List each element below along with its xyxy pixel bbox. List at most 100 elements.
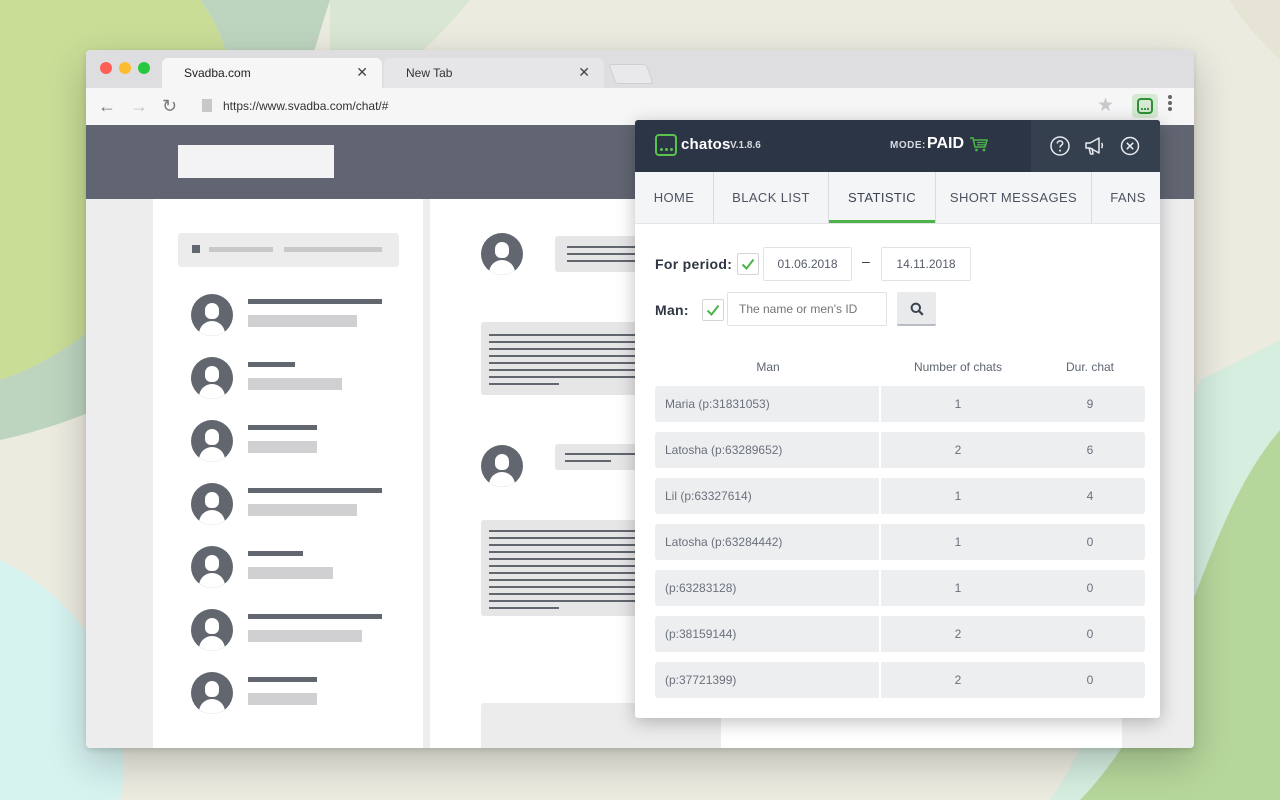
table-row[interactable]: (p:38159144) 2 0	[655, 616, 1145, 652]
avatar	[191, 357, 233, 399]
cell-duration: 0	[1086, 673, 1094, 687]
browser-titlebar: Svadba.com ✕ New Tab ✕	[86, 50, 1194, 88]
cart-icon[interactable]	[969, 136, 989, 152]
cell-chats: 1	[954, 535, 962, 549]
tab-title: Svadba.com	[184, 66, 251, 80]
avatar	[481, 445, 523, 487]
contact-item[interactable]	[191, 672, 391, 716]
forward-arrow-icon[interactable]: →	[130, 96, 148, 117]
placeholder-line	[248, 299, 382, 304]
cell-chats: 2	[954, 627, 962, 641]
tab-title: New Tab	[406, 66, 453, 80]
avatar	[191, 672, 233, 714]
search-button[interactable]	[897, 292, 936, 326]
table-row[interactable]: (p:37721399) 2 0	[655, 662, 1145, 698]
contact-item[interactable]	[191, 357, 391, 401]
mode-value: PAID	[927, 135, 965, 152]
column-header-dur-chat: Dur. chat	[1065, 360, 1115, 374]
tab-black-list[interactable]: BLACK LIST	[714, 172, 829, 223]
tab-home[interactable]: HOME	[635, 172, 714, 223]
tab-close-icon[interactable]: ✕	[356, 64, 368, 81]
browser-tab-new-tab[interactable]: New Tab ✕	[384, 58, 604, 88]
contacts-search-placeholder[interactable]	[178, 233, 399, 267]
cell-man: (p:38159144)	[665, 627, 737, 641]
period-label: For period:	[655, 256, 733, 272]
placeholder-line	[248, 693, 317, 705]
new-tab-button[interactable]	[608, 64, 654, 84]
man-search-input[interactable]	[727, 292, 887, 326]
avatar	[481, 233, 523, 275]
contact-item[interactable]	[191, 609, 391, 653]
tab-statistic[interactable]: STATISTIC	[829, 172, 936, 223]
chat-bubble-placeholder	[481, 322, 661, 395]
contact-item[interactable]	[191, 546, 391, 590]
tab-close-icon[interactable]: ✕	[578, 64, 590, 81]
help-icon[interactable]	[1049, 135, 1071, 157]
browser-tab-svadba[interactable]: Svadba.com ✕	[162, 58, 382, 88]
bookmark-star-icon[interactable]: ★	[1097, 94, 1114, 117]
cell-man: (p:37721399)	[665, 673, 737, 687]
minimize-window-button[interactable]	[119, 62, 131, 74]
cell-duration: 0	[1086, 627, 1094, 641]
placeholder-line	[248, 315, 357, 327]
placeholder-line	[248, 441, 317, 453]
address-bar[interactable]: https://www.svadba.com/chat/# ★	[194, 93, 1114, 119]
maximize-window-button[interactable]	[138, 62, 150, 74]
table-row[interactable]: Latosha (p:63289652) 2 6	[655, 432, 1145, 468]
cell-chats: 1	[954, 489, 962, 503]
table-row[interactable]: Maria (p:31831053) 1 9	[655, 386, 1145, 422]
man-label: Man:	[655, 302, 689, 318]
chat-bubble-placeholder	[481, 520, 661, 616]
reload-icon[interactable]: ↻	[162, 96, 177, 117]
search-square-icon	[192, 245, 200, 253]
chatos-logo-icon	[655, 134, 677, 156]
column-header-number-of-chats: Number of chats	[913, 360, 1003, 374]
placeholder-line	[248, 378, 342, 390]
cell-chats: 2	[954, 443, 962, 457]
version-label: V.1.8.6	[730, 140, 761, 151]
table-row[interactable]: (p:63283128) 1 0	[655, 570, 1145, 606]
avatar	[191, 609, 233, 651]
megaphone-icon[interactable]	[1083, 135, 1105, 157]
placeholder-line	[248, 551, 303, 556]
cell-duration: 9	[1086, 397, 1094, 411]
contact-item[interactable]	[191, 294, 391, 338]
cell-duration: 6	[1086, 443, 1094, 457]
cell-duration: 4	[1086, 489, 1094, 503]
placeholder-line	[248, 614, 382, 619]
placeholder-line	[248, 630, 362, 642]
column-header-man: Man	[756, 360, 780, 374]
cell-man: Latosha (p:63289652)	[665, 443, 783, 457]
url-text: https://www.svadba.com/chat/#	[223, 99, 389, 113]
placeholder-line	[248, 504, 357, 516]
tab-short-messages[interactable]: SHORT MESSAGES	[936, 172, 1092, 223]
back-arrow-icon[interactable]: ←	[98, 96, 116, 117]
table-row[interactable]: Latosha (p:63284442) 1 0	[655, 524, 1145, 560]
avatar	[191, 546, 233, 588]
placeholder-line	[248, 567, 333, 579]
browser-menu-icon[interactable]	[1166, 94, 1174, 112]
popup-tabs: HOME BLACK LIST STATISTIC SHORT MESSAGES…	[635, 172, 1160, 224]
placeholder-line	[248, 488, 382, 493]
date-to-input[interactable]: 14.11.2018	[881, 247, 971, 281]
close-icon[interactable]	[1119, 135, 1141, 157]
chatos-popup: chatos V.1.8.6 MODE: PAID HOME BLACK LIS…	[635, 120, 1160, 718]
chatos-extension-icon[interactable]	[1132, 94, 1158, 118]
contact-item[interactable]	[191, 420, 391, 464]
man-checkbox[interactable]	[702, 299, 724, 321]
close-window-button[interactable]	[100, 62, 112, 74]
cell-man: (p:63283128)	[665, 581, 737, 595]
table-row[interactable]: Lil (p:63327614) 1 4	[655, 478, 1145, 514]
date-from-input[interactable]: 01.06.2018	[763, 247, 852, 281]
period-checkbox[interactable]	[737, 253, 759, 275]
cell-man: Maria (p:31831053)	[665, 397, 770, 411]
avatar	[191, 420, 233, 462]
tab-fans[interactable]: FANS	[1092, 172, 1160, 223]
date-separator: –	[862, 253, 870, 269]
site-logo-placeholder[interactable]	[178, 145, 334, 178]
popup-header: chatos V.1.8.6 MODE: PAID	[635, 120, 1160, 172]
placeholder-line	[209, 247, 273, 252]
placeholder-line	[248, 362, 295, 367]
contact-item[interactable]	[191, 483, 391, 527]
search-icon	[910, 302, 924, 316]
